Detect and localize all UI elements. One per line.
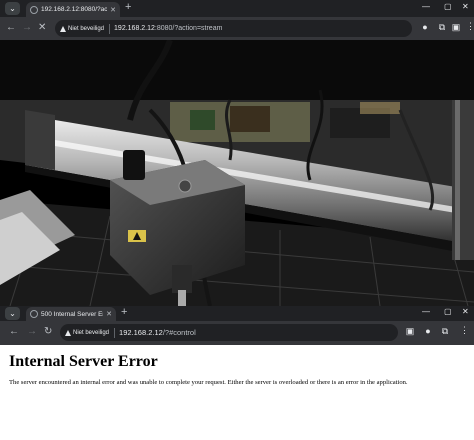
- globe-icon: [30, 5, 38, 14]
- tab-title-2: 500 Internal Server Error: [41, 310, 103, 318]
- globe-icon: [30, 310, 38, 318]
- url-path-2: /?#control: [162, 328, 196, 337]
- close-window-button[interactable]: ✕: [462, 2, 469, 11]
- extensions-icon[interactable]: ⧉: [437, 22, 447, 32]
- address-bar[interactable]: Niet beveiligd 192.168.2.12:8080/?action…: [55, 20, 412, 37]
- error-heading: Internal Server Error: [9, 353, 158, 370]
- maximize-button[interactable]: ▢: [444, 2, 452, 11]
- url-host: 192.168.2.12: [114, 25, 155, 32]
- forward-arrow-icon[interactable]: →: [27, 326, 37, 338]
- security-label-2: Niet beveiligd: [73, 329, 110, 336]
- security-label: Niet beveiligd: [68, 25, 105, 32]
- warning-icon: [65, 329, 71, 336]
- warning-icon: [60, 25, 66, 32]
- browser-window-error: ⌄ 500 Internal Server Error ✕ + — ▢ ✕ ← …: [0, 306, 474, 440]
- tab-close-icon[interactable]: ✕: [106, 310, 112, 318]
- side-panel-icon[interactable]: ▣: [405, 326, 415, 336]
- error-page-content: Internal Server Error The server encount…: [0, 345, 474, 440]
- toolbar-2: ← → ↻ Niet beveiligd 192.168.2.12/?#cont…: [0, 321, 474, 345]
- tab-strip-2: ⌄ 500 Internal Server Error ✕ + — ▢ ✕: [0, 306, 474, 321]
- security-chip-2[interactable]: Niet beveiligd: [65, 327, 116, 338]
- url-text-2[interactable]: 192.168.2.12/?#control: [119, 328, 196, 337]
- tab-title: 192.168.2.12:8080/?action=strea: [41, 6, 108, 13]
- new-tab-button-2[interactable]: +: [121, 306, 127, 318]
- address-bar-2[interactable]: Niet beveiligd 192.168.2.12/?#control: [60, 324, 398, 341]
- url-path: :8080/?action=stream: [154, 25, 223, 32]
- back-arrow-icon[interactable]: ←: [6, 22, 16, 34]
- camera-stream: [0, 40, 474, 306]
- new-tab-button[interactable]: +: [125, 1, 131, 13]
- tab-stream[interactable]: 192.168.2.12:8080/?action=strea ✕: [26, 2, 120, 17]
- url-text[interactable]: 192.168.2.12:8080/?action=stream: [114, 25, 222, 32]
- tab-search-button-2[interactable]: ⌄: [5, 307, 20, 320]
- url-host-2: 192.168.2.12: [119, 328, 163, 337]
- stream-image: [0, 40, 474, 306]
- extensions-icon[interactable]: ⧉: [440, 326, 450, 336]
- profile-icon[interactable]: ●: [423, 326, 433, 336]
- back-arrow-icon[interactable]: ←: [9, 326, 19, 338]
- kebab-menu-icon[interactable]: ⋮: [466, 21, 474, 32]
- side-panel-icon[interactable]: ▣: [451, 22, 461, 32]
- minimize-button[interactable]: —: [422, 2, 430, 11]
- tab-error[interactable]: 500 Internal Server Error ✕: [26, 307, 116, 321]
- close-window-button-2[interactable]: ✕: [462, 307, 469, 316]
- tab-close-icon[interactable]: ✕: [110, 6, 116, 14]
- browser-window-stream: ⌄ 192.168.2.12:8080/?action=strea ✕ + — …: [0, 0, 474, 40]
- security-chip[interactable]: Niet beveiligd: [60, 23, 111, 34]
- profile-icon[interactable]: ●: [420, 22, 430, 32]
- error-message: The server encountered an internal error…: [9, 379, 408, 386]
- toolbar: ← → ✕ Niet beveiligd 192.168.2.12:8080/?…: [0, 17, 474, 40]
- minimize-button-2[interactable]: —: [422, 307, 430, 316]
- forward-arrow-icon[interactable]: →: [22, 22, 32, 34]
- tab-search-button[interactable]: ⌄: [5, 2, 20, 15]
- stop-loading-icon[interactable]: ✕: [38, 22, 46, 34]
- kebab-menu-icon[interactable]: ⋮: [460, 325, 469, 336]
- reload-icon[interactable]: ↻: [44, 326, 52, 338]
- tab-strip: ⌄ 192.168.2.12:8080/?action=strea ✕ + — …: [0, 0, 474, 17]
- maximize-button-2[interactable]: ▢: [444, 307, 452, 316]
